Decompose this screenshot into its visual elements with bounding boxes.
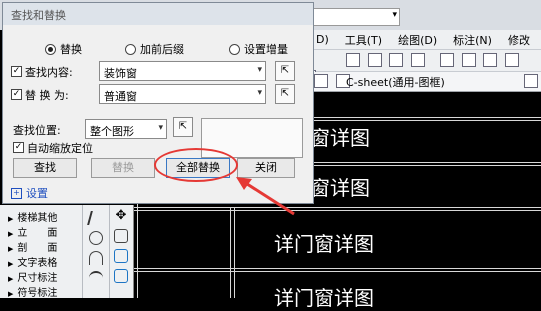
modify-toolbar: ✥ (110, 205, 134, 298)
properties-icon[interactable] (440, 53, 454, 67)
spline-icon[interactable] (89, 271, 103, 285)
move-icon[interactable]: ✥ (114, 209, 128, 223)
chevron-down-icon[interactable]: ▾ (158, 123, 163, 133)
palette-item[interactable]: ▶ 文字表格 (8, 254, 57, 269)
rotate-icon[interactable] (114, 269, 128, 283)
expand-triangle-icon: ▶ (8, 290, 14, 298)
find-button[interactable]: 查找 (13, 158, 77, 178)
expand-triangle-icon: ▶ (8, 245, 14, 253)
layer-state-icon[interactable] (314, 74, 328, 88)
copy-icon[interactable] (114, 229, 128, 243)
scope-select[interactable]: 整个图形 ▾ (85, 119, 167, 139)
expand-triangle-icon: ▶ (8, 275, 14, 283)
radio-icon (229, 43, 240, 55)
drawing-line (134, 207, 541, 208)
replace-checkbox[interactable]: ✓ (11, 89, 22, 100)
palette-item[interactable]: ▶ 立 面 (8, 224, 57, 239)
drawing-text: 窗详图 (310, 126, 370, 150)
settings-label: 设置 (26, 187, 48, 200)
expand-triangle-icon: ▶ (8, 215, 14, 223)
toolbar-layers: C-sheet(通用-图框) (300, 72, 541, 92)
pick-cursor-icon: ⇱ (280, 88, 290, 99)
pan-icon[interactable] (346, 53, 360, 67)
palette-item[interactable]: ▶ 楼梯其他 (8, 209, 57, 224)
toolbar-main (300, 50, 541, 84)
find-input[interactable]: 装饰窗 ▾ (99, 61, 266, 81)
tool-palette: ▶ 楼梯其他 ▶ 立 面 ▶ 剖 面 ▶ 文字表格 ▶ 尺寸标注 ▶ 符号标注 (0, 205, 82, 299)
zoom-window-icon[interactable] (389, 53, 403, 67)
chevron-down-icon[interactable]: ▾ (257, 65, 262, 75)
pick-area-button[interactable]: ⇱ (173, 117, 193, 137)
radio-selected-icon (45, 43, 56, 55)
find-checkbox[interactable]: ✓ (11, 66, 22, 77)
pick-text-button[interactable]: ⇱ (275, 84, 295, 104)
line-icon[interactable] (87, 211, 105, 225)
drawing-line (234, 207, 235, 298)
radio-increment[interactable]: 设置增量 (229, 41, 288, 57)
palette-item[interactable]: ▶ 剖 面 (8, 239, 57, 254)
circle-icon[interactable] (89, 231, 103, 245)
tool-palette-icon[interactable] (483, 53, 497, 67)
expand-triangle-icon: ▶ (8, 260, 14, 268)
radio-icon (125, 43, 136, 55)
menu-item-draw[interactable]: 绘图(D) (398, 32, 437, 48)
find-label: 查找内容: (25, 66, 73, 79)
radio-prefix-suffix[interactable]: 加前后缀 (125, 41, 184, 57)
offset-icon[interactable] (114, 249, 128, 263)
design-center-icon[interactable] (461, 53, 476, 67)
layer-combo[interactable]: ▾ (300, 8, 400, 26)
zoom-previous-icon[interactable] (410, 53, 425, 67)
expand-plus-icon: + (11, 187, 22, 199)
auto-zoom-label: 自动缩放定位 (27, 142, 93, 155)
zoom-icon[interactable] (367, 53, 382, 67)
sheet-set-icon[interactable] (504, 53, 519, 67)
annotation-arrow-icon (236, 177, 295, 216)
arc-icon[interactable] (89, 251, 103, 265)
chevron-down-icon: ▾ (392, 10, 397, 20)
scope-label: 查找位置: (13, 124, 61, 137)
sheet-tab-label[interactable]: C-sheet(通用-图框) (346, 74, 445, 90)
drawing-text: 窗详图 (310, 176, 370, 200)
drawing-line (134, 268, 541, 269)
layer-manager-icon[interactable] (524, 74, 538, 88)
replace-button[interactable]: 替换 (91, 158, 155, 178)
replace-label: 替 换 为: (25, 89, 69, 102)
drawing-text: 详门窗详图 (274, 286, 374, 310)
auto-zoom-checkbox[interactable]: ✓ (13, 142, 24, 153)
draw-toolbar (82, 205, 110, 298)
palette-item[interactable]: ▶ 符号标注 (8, 284, 57, 299)
dialog-title: 查找和替换 (11, 9, 66, 22)
menu-item-modify[interactable]: 修改 (508, 32, 530, 48)
expand-triangle-icon: ▶ (8, 230, 14, 238)
drawing-line (134, 271, 541, 272)
palette-item[interactable]: ▶ 尺寸标注 (8, 269, 57, 284)
drawing-line (230, 207, 231, 298)
highlight-ellipse (154, 148, 238, 182)
drawing-line (134, 210, 541, 211)
pick-cursor-icon: ⇱ (178, 121, 188, 132)
menu-item-tools[interactable]: 工具(T) (345, 32, 382, 48)
menu-item-draw-left[interactable]: D) (316, 33, 329, 46)
chevron-down-icon[interactable]: ▾ (257, 88, 262, 98)
drawing-text: 详门窗详图 (274, 232, 374, 256)
dialog-title-bar[interactable]: 查找和替换 (3, 3, 313, 25)
radio-replace[interactable]: 替换 (45, 41, 82, 57)
menu-bar: D) 工具(T) 绘图(D) 标注(N) 修改 (300, 30, 541, 50)
replace-input[interactable]: 普通窗 ▾ (99, 84, 266, 104)
settings-toggle[interactable]: + 设置 (11, 185, 48, 201)
pick-text-button[interactable]: ⇱ (275, 61, 295, 81)
pick-cursor-icon: ⇱ (280, 65, 290, 76)
menu-item-dimension[interactable]: 标注(N) (453, 32, 492, 48)
